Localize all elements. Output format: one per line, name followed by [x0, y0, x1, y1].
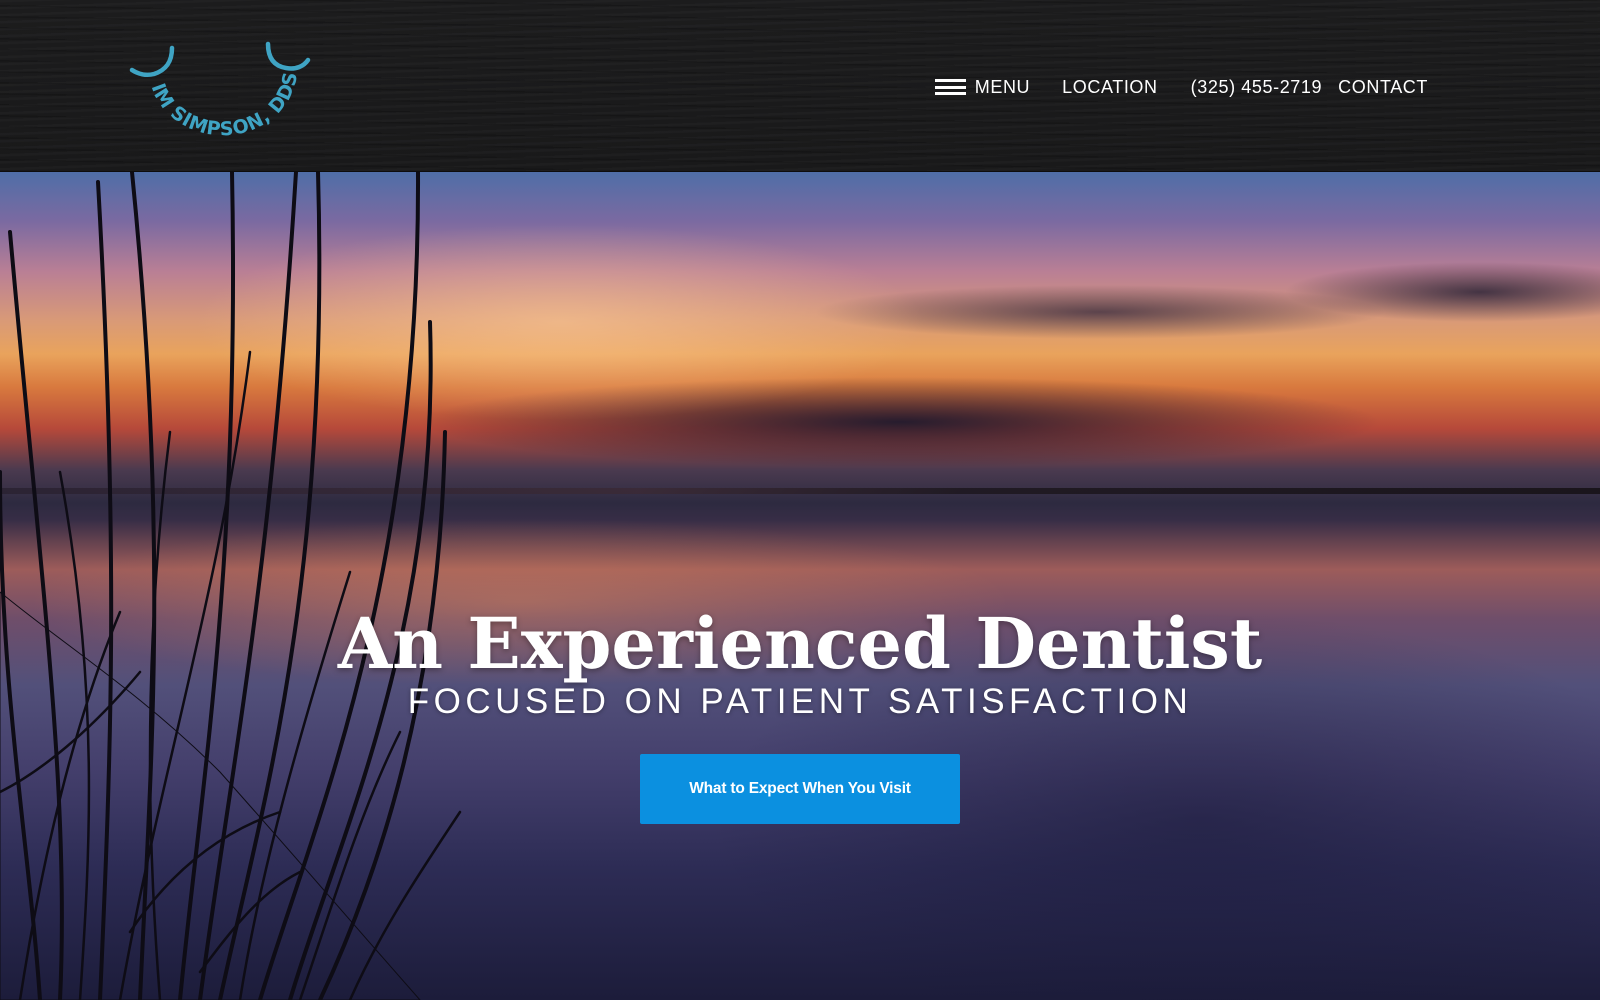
hero-content: An Experienced Dentist FOCUSED ON PATIEN… [0, 604, 1600, 824]
menu-button[interactable]: MENU [934, 76, 1031, 98]
site-header: TIM SIMPSON, DDS MENU LOCATION (325) 455… [0, 0, 1600, 172]
svg-text:TIM SIMPSON, DDS: TIM SIMPSON, DDS [128, 40, 302, 140]
hero-title: An Experienced Dentist [337, 602, 1263, 685]
logo-text: TIM SIMPSON, DDS [128, 40, 302, 140]
logo-smile-graphic: TIM SIMPSON, DDS [128, 40, 311, 140]
hero-subtitle: FOCUSED ON PATIENT SATISFACTION [407, 682, 1193, 721]
hamburger-icon [934, 79, 966, 95]
menu-label: MENU [974, 76, 1031, 97]
nav-phone-link[interactable]: (325) 455-2719 [1191, 77, 1323, 98]
nav-contact-link[interactable]: CONTACT [1338, 77, 1428, 98]
reeds-silhouette [0, 172, 462, 1000]
nav-location-link[interactable]: LOCATION [1062, 77, 1157, 98]
main-nav: MENU LOCATION (325) 455-2719 CONTACT [934, 72, 1428, 102]
hero-section: An Experienced Dentist FOCUSED ON PATIEN… [0, 172, 1600, 1000]
logo[interactable]: TIM SIMPSON, DDS [128, 40, 318, 145]
what-to-expect-button[interactable]: What to Expect When You Visit [640, 754, 960, 824]
